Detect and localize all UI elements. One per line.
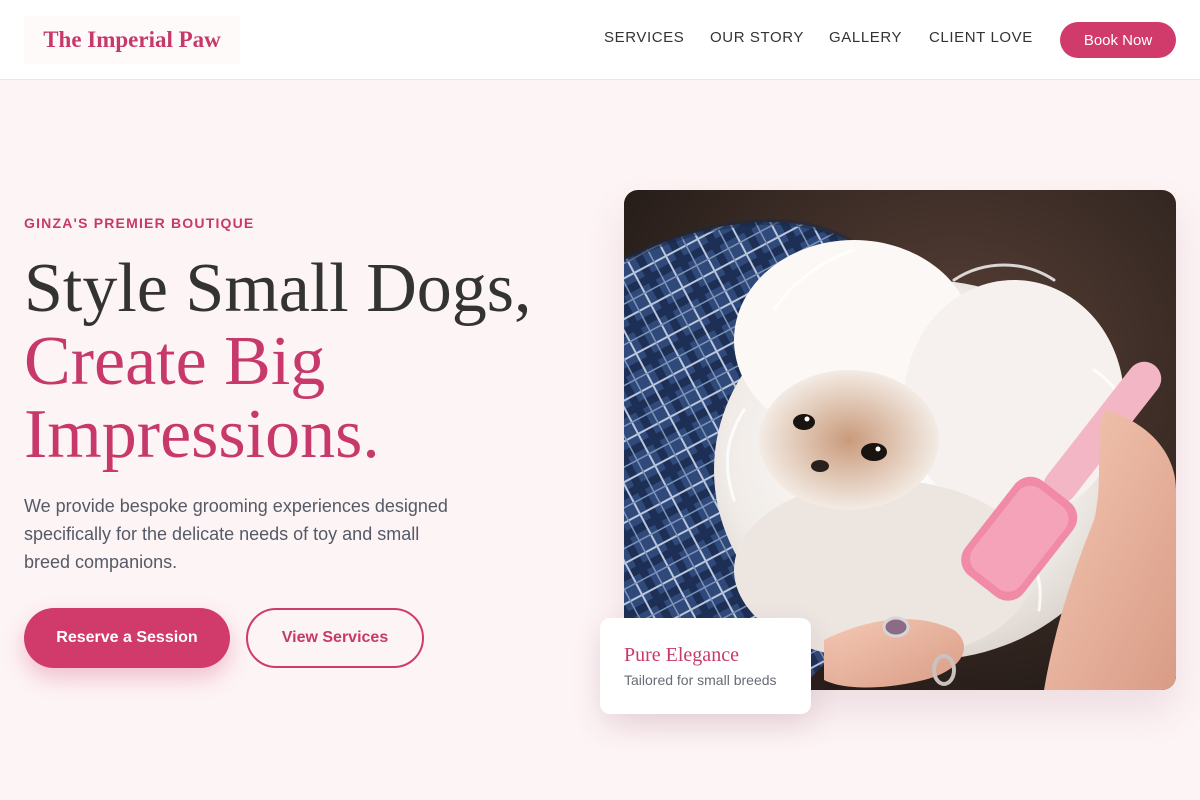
- hero-eyebrow: GINZA'S PREMIER BOUTIQUE: [24, 215, 255, 231]
- nav-services[interactable]: SERVICES: [604, 29, 684, 49]
- logo[interactable]: The Imperial Paw: [24, 16, 240, 64]
- highlight-card-title: Pure Elegance: [624, 644, 739, 666]
- book-now-button[interactable]: Book Now: [1060, 22, 1176, 58]
- hero-headline: Style Small Dogs, Create Big Impressions…: [24, 252, 584, 471]
- hero-description: We provide bespoke grooming experiences …: [24, 496, 448, 572]
- highlight-card-subtitle: Tailored for small breeds: [624, 672, 777, 688]
- site-header: The Imperial Paw SERVICES OUR STORY GALL…: [0, 0, 1200, 80]
- nav-gallery[interactable]: GALLERY: [829, 29, 902, 49]
- headline-line-1: Style Small Dogs,: [24, 250, 532, 327]
- nav-client-love[interactable]: CLIENT LOVE: [929, 29, 1033, 49]
- view-services-button[interactable]: View Services: [246, 608, 424, 668]
- reserve-session-button[interactable]: Reserve a Session: [24, 608, 230, 668]
- highlight-card: Pure Elegance Tailored for small breeds: [600, 618, 811, 714]
- hero-dog-image: [624, 190, 1176, 690]
- nav-our-story[interactable]: OUR STORY: [710, 29, 804, 49]
- headline-line-2: Create Big: [24, 323, 326, 400]
- headline-line-3: Impressions.: [24, 396, 380, 473]
